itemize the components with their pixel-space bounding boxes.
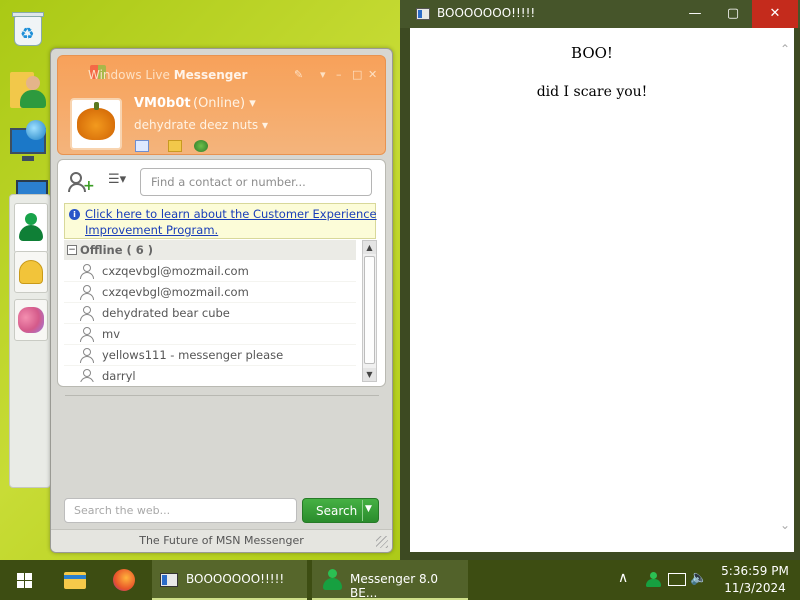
messenger-tray-icon[interactable] <box>644 572 662 588</box>
messenger-footer[interactable]: The Future of MSN Messenger <box>51 529 392 552</box>
group-header-offline[interactable]: − Offline ( 6 ) <box>64 240 356 260</box>
nickname[interactable]: VM0b0t <box>134 96 191 111</box>
network-icon[interactable] <box>8 120 48 164</box>
cep-link-line2[interactable]: Improvement Program. <box>85 223 218 237</box>
list-item[interactable]: cxzqevbgl@mozmail.com <box>64 261 356 282</box>
close-button[interactable]: ✕ <box>752 0 798 28</box>
list-item[interactable]: mv <box>64 324 356 345</box>
contact-offline-icon <box>80 348 94 363</box>
messenger-header: Windows Live Messenger ✎ ▾ – □ ✕ VM0b0t … <box>57 55 386 155</box>
customize-icon[interactable]: ✎ <box>294 68 303 81</box>
find-contact-input[interactable]: Find a contact or number... <box>140 168 372 196</box>
clock-date: 11/3/2024 <box>724 581 786 595</box>
spaces-icon <box>18 307 44 333</box>
recycle-bin-icon[interactable]: ♻ <box>8 6 48 50</box>
cep-link-line1[interactable]: Click here to learn about the Customer E… <box>85 207 377 221</box>
list-item[interactable]: yellows111 - messenger please <box>64 345 356 366</box>
contact-name: cxzqevbgl@mozmail.com <box>102 264 249 278</box>
mail-icon[interactable] <box>135 140 149 152</box>
maximize-button[interactable]: ▢ <box>714 0 752 28</box>
window-icon <box>160 573 178 587</box>
add-contact-button[interactable]: + <box>68 170 95 194</box>
divider <box>65 395 379 396</box>
scroll-down-icon[interactable]: ▼ <box>363 368 376 381</box>
browser-content: BOO! did I scare you! ⌃ ⌄ <box>410 28 794 552</box>
display-picture[interactable] <box>70 98 122 150</box>
info-icon: i <box>69 209 80 220</box>
contact-name: mv <box>102 327 121 341</box>
contact-list-scrollbar[interactable]: ▲ ▼ <box>362 240 377 382</box>
taskbar-item-label: BOOOOOOO!!!!! <box>186 572 285 586</box>
system-clock[interactable]: 5:36:59 PM 11/3/2024 <box>712 563 798 597</box>
browser-title: BOOOOOOO!!!!! <box>437 6 536 20</box>
contact-card-icon <box>80 369 94 382</box>
contacts-tab[interactable] <box>14 203 48 253</box>
pumpkin-icon <box>77 102 115 140</box>
scroll-up-icon[interactable]: ⌃ <box>780 42 790 56</box>
resize-grip[interactable] <box>376 536 388 548</box>
contact-name: dehydrated bear cube <box>102 306 230 320</box>
contact-offline-icon <box>80 327 94 342</box>
contact-name: yellows111 - messenger please <box>102 348 284 362</box>
list-item[interactable]: dehydrated bear cube <box>64 303 356 324</box>
search-button-label: Search <box>316 504 358 518</box>
contact-offline-icon <box>80 264 94 279</box>
personal-message[interactable]: dehydrate deez nuts ▾ <box>134 118 268 132</box>
dropdown-icon[interactable]: ▾ <box>320 68 326 81</box>
taskbar-item-messenger[interactable]: Messenger 8.0 BE... <box>312 560 468 600</box>
minimize-button[interactable]: — <box>676 0 714 28</box>
messenger-side-panel <box>9 194 51 488</box>
taskbar-item-label: Messenger 8.0 BE... <box>350 572 439 600</box>
contact-list: cxzqevbgl@mozmail.com cxzqevbgl@mozmail.… <box>64 261 356 382</box>
games-icon[interactable] <box>194 140 208 152</box>
maximize-button[interactable]: □ <box>352 68 362 81</box>
scroll-up-icon[interactable]: ▲ <box>363 241 376 254</box>
scroll-down-icon[interactable]: ⌄ <box>780 518 790 532</box>
messenger-buddy-icon <box>320 568 346 592</box>
messenger-window: Windows Live Messenger ✎ ▾ – □ ✕ VM0b0t … <box>50 48 393 553</box>
collapse-icon[interactable]: − <box>67 245 77 255</box>
view-options-button[interactable]: ☰▾ <box>108 172 126 187</box>
taskbar-item-browser[interactable]: BOOOOOOO!!!!! <box>152 560 307 600</box>
window-icon <box>416 8 430 20</box>
search-button[interactable]: Search ▼ <box>302 498 379 523</box>
page-text: did I scare you! <box>536 84 648 100</box>
bell-icon <box>19 260 43 284</box>
contact-offline-icon <box>80 285 94 300</box>
close-button[interactable]: ✕ <box>368 68 377 81</box>
spaces-tab[interactable] <box>14 299 48 341</box>
taskbar: BOOOOOOO!!!!! Messenger 8.0 BE... ∧ 🔈 5:… <box>0 560 800 600</box>
messenger-title: Windows Live Messenger <box>88 68 248 82</box>
folder-icon[interactable] <box>168 140 182 152</box>
browser-titlebar[interactable]: BOOOOOOO!!!!! — ▢ ✕ <box>400 0 800 28</box>
scroll-thumb[interactable] <box>364 256 375 364</box>
browser-window: BOOOOOOO!!!!! — ▢ ✕ BOO! did I scare you… <box>400 0 800 560</box>
user-folder-icon[interactable] <box>8 68 48 112</box>
contact-offline-icon <box>80 306 94 321</box>
search-options-icon[interactable]: ▼ <box>365 504 372 514</box>
group-label: Offline ( 6 ) <box>80 243 154 257</box>
list-item[interactable]: cxzqevbgl@mozmail.com <box>64 282 356 303</box>
messenger-buddy-icon <box>18 213 44 243</box>
contact-name: cxzqevbgl@mozmail.com <box>102 285 249 299</box>
firefox-icon[interactable] <box>103 560 143 600</box>
contact-name: darryl <box>102 369 136 382</box>
alerts-tab[interactable] <box>14 251 48 293</box>
file-explorer-icon[interactable] <box>55 560 95 600</box>
minimize-button[interactable]: – <box>336 68 342 81</box>
cep-banner[interactable]: i Click here to learn about the Customer… <box>64 203 377 239</box>
contact-list-panel: + ☰▾ Find a contact or number... i Click… <box>57 159 386 387</box>
volume-icon[interactable]: 🔈 <box>690 570 707 600</box>
web-search-input[interactable]: Search the web... <box>64 498 297 523</box>
page-heading: BOO! <box>571 44 613 62</box>
show-hidden-icons-icon[interactable]: ∧ <box>618 570 628 600</box>
clock-time: 5:36:59 PM <box>721 564 789 578</box>
network-tray-icon[interactable] <box>668 573 686 586</box>
status-selector[interactable]: (Online) ▾ <box>193 96 256 111</box>
list-item[interactable]: darryl <box>64 366 356 382</box>
start-button[interactable] <box>0 560 48 600</box>
